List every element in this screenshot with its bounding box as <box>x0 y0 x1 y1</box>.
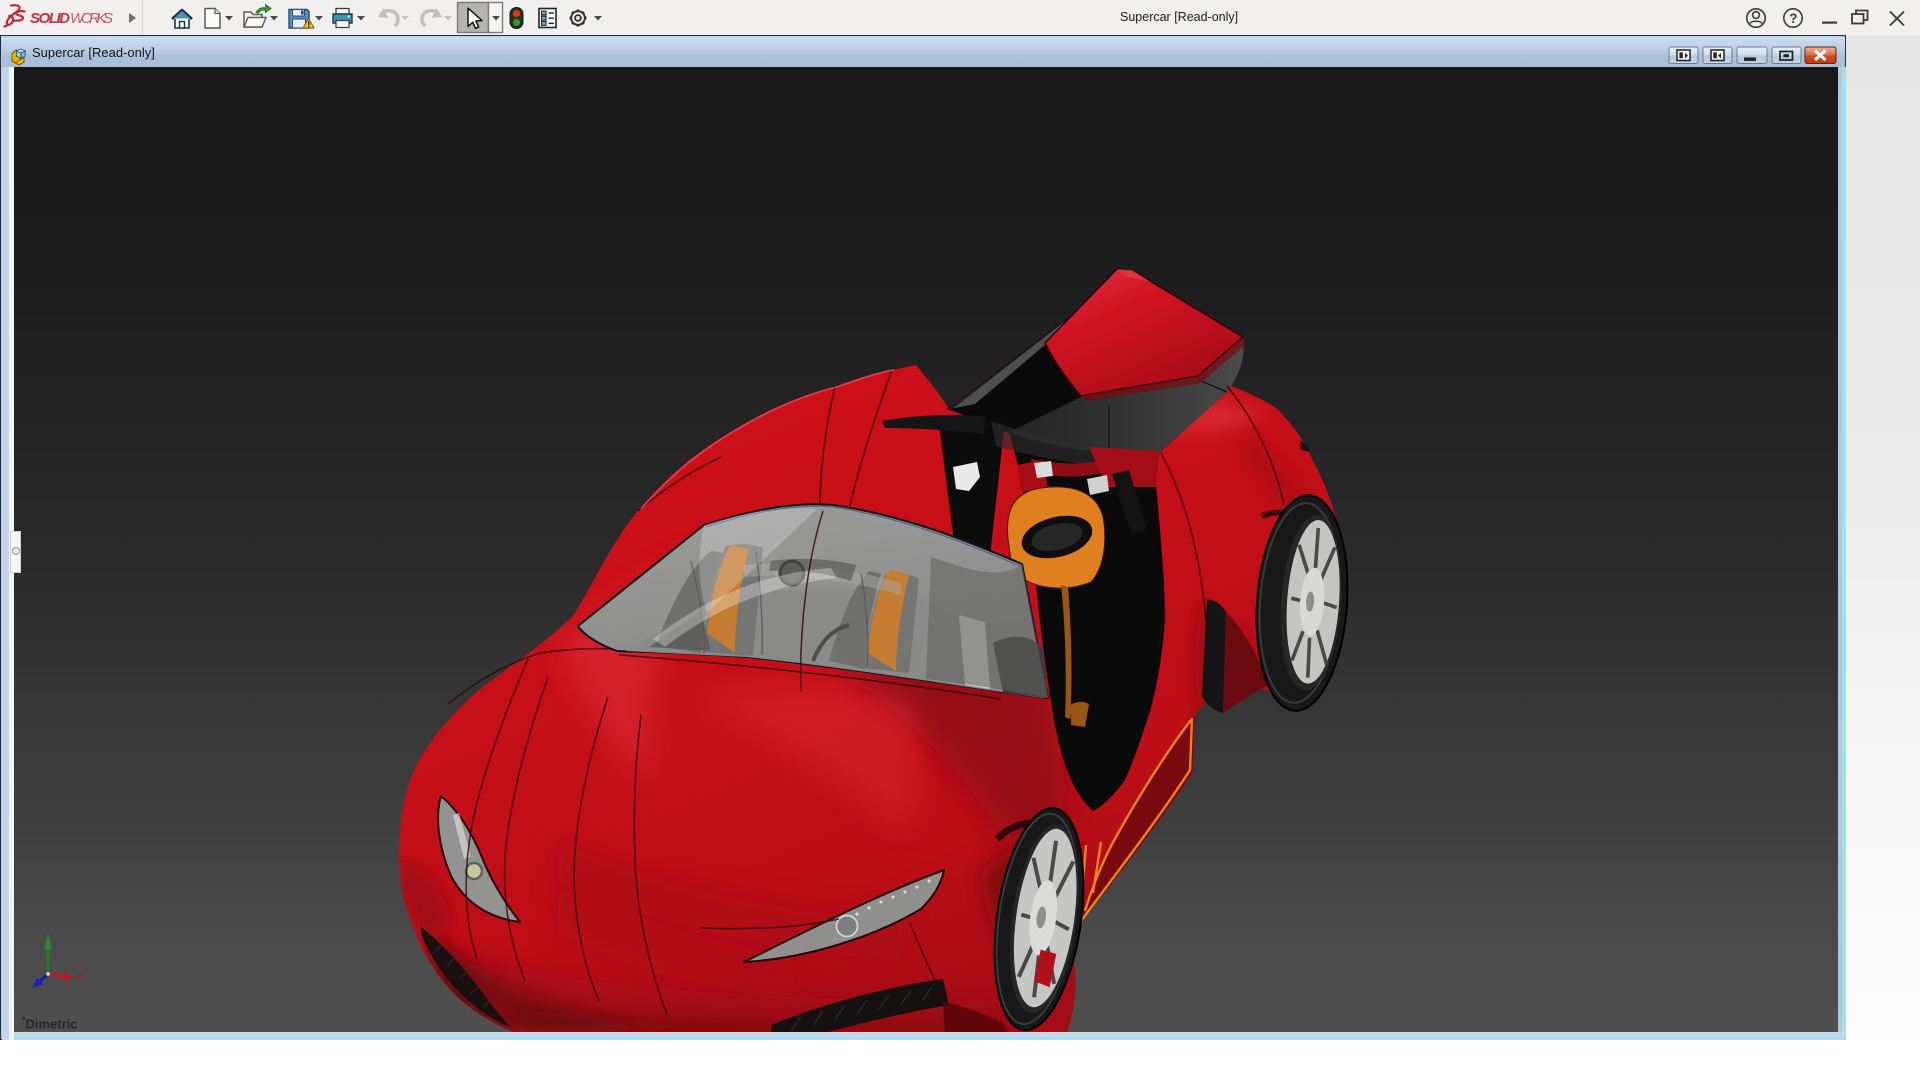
svg-text:?: ? <box>1789 11 1797 26</box>
svg-text:WORKS: WORKS <box>70 10 113 27</box>
svg-text:SOLID: SOLID <box>30 10 70 27</box>
